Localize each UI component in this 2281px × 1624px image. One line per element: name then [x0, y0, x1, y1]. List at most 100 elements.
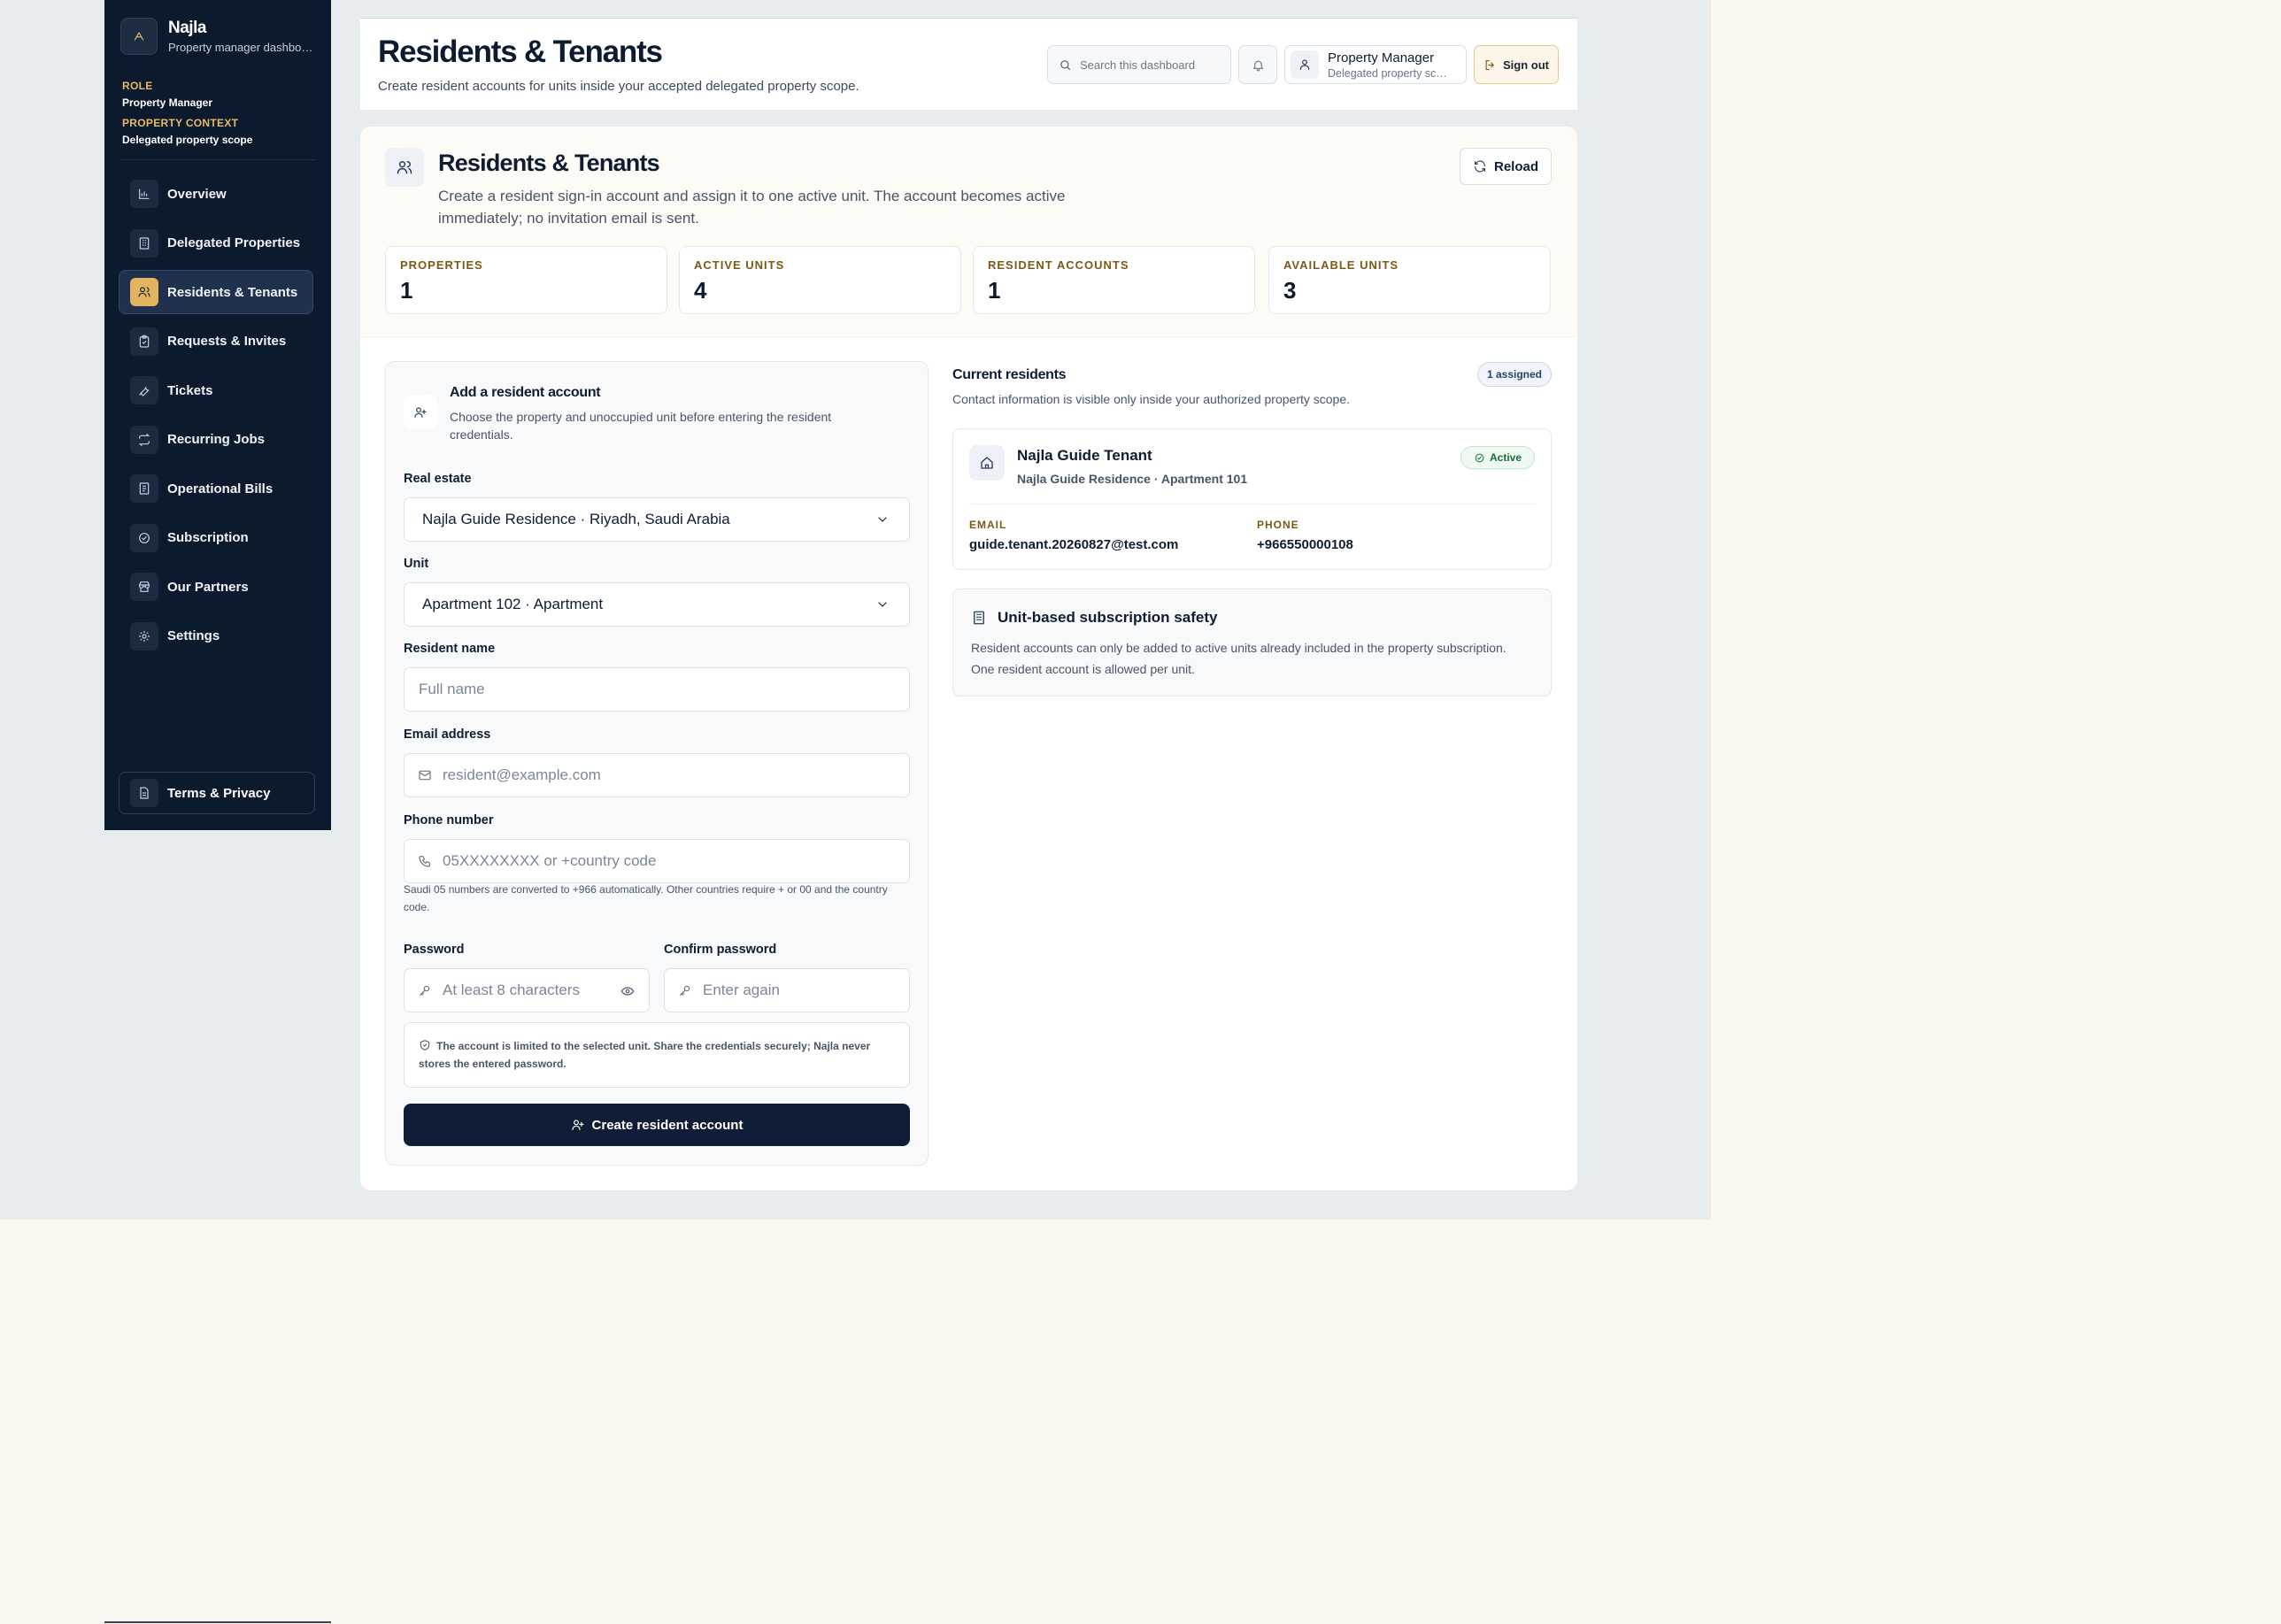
page-subtitle: Create resident accounts for units insid… — [378, 79, 859, 94]
password-placeholder: At least 8 characters — [443, 981, 580, 998]
resident-phone: +966550000108 — [1257, 537, 1353, 552]
resident-name-placeholder: Full name — [419, 681, 485, 697]
sidebar-item-label: Operational Bills — [167, 481, 274, 496]
user-role: Delegated property scope — [1328, 66, 1452, 80]
context-label: PROPERTY CONTEXT — [122, 117, 239, 129]
top-header: Residents & Tenants Create resident acco… — [360, 18, 1577, 110]
sidebar-item-settings[interactable]: Settings — [119, 614, 313, 658]
resident-name: Najla Guide Tenant — [1017, 447, 1152, 464]
brand-subtitle: Property manager dashboard — [168, 41, 317, 54]
key-icon — [680, 985, 690, 996]
role-value: Property Manager — [122, 96, 213, 109]
context-value: Delegated property scope — [122, 134, 253, 146]
real-estate-label: Real estate — [404, 472, 472, 486]
search-placeholder: Search this dashboard — [1080, 58, 1196, 72]
clipboard-icon — [130, 327, 158, 356]
section-header: Residents & Tenants Create a resident si… — [360, 127, 1577, 337]
section-title: Residents & Tenants — [438, 150, 660, 176]
stat-label: AVAILABLE UNITS — [1283, 258, 1399, 272]
create-resident-button[interactable]: Create resident account — [404, 1104, 910, 1146]
building-icon — [130, 228, 158, 258]
chevron-down-icon — [878, 602, 887, 607]
sidebar-item-label: Residents & Tenants — [167, 284, 298, 300]
form-title: Add a resident account — [450, 385, 601, 400]
brand[interactable]: Najla Property manager dashboard — [120, 18, 317, 55]
wrench-icon — [130, 376, 158, 404]
unit-label: Unit — [404, 557, 429, 571]
confirm-password-field[interactable]: Enter again — [664, 968, 910, 1012]
bottom-edge-line — [104, 1621, 331, 1623]
phone-icon — [419, 856, 430, 867]
document-icon — [130, 779, 158, 807]
sidebar-item-label: Settings — [167, 628, 220, 643]
role-label: ROLE — [122, 80, 153, 92]
password-field[interactable]: At least 8 characters — [404, 968, 650, 1012]
safety-title-text: Unit-based subscription safety — [998, 609, 1218, 626]
resident-name-input[interactable]: Full name — [404, 667, 910, 712]
sidebar-item-label: Tickets — [167, 382, 213, 398]
sidebar-item-tickets[interactable]: Tickets — [119, 368, 313, 412]
assigned-count-badge: 1 assigned — [1477, 362, 1552, 387]
refresh-icon — [1475, 160, 1485, 173]
unit-select[interactable]: Apartment 102 · Apartment — [404, 582, 910, 627]
user-icon — [1299, 59, 1310, 70]
key-icon — [420, 985, 430, 996]
check-circle-icon — [130, 523, 158, 552]
real-estate-select[interactable]: Najla Guide Residence · Riyadh, Saudi Ar… — [404, 497, 910, 542]
bell-icon — [1252, 60, 1263, 71]
stat-properties: PROPERTIES 1 — [385, 246, 667, 314]
notifications-button[interactable] — [1238, 45, 1277, 84]
terms-privacy-link[interactable]: Terms & Privacy — [119, 772, 315, 814]
sidebar-item-recurring-jobs[interactable]: Recurring Jobs — [119, 418, 313, 462]
sidebar-item-delegated-properties[interactable]: Delegated Properties — [119, 221, 313, 266]
sidebar-item-our-partners[interactable]: Our Partners — [119, 565, 313, 609]
search-input[interactable]: Search this dashboard — [1047, 45, 1231, 84]
phone-placeholder: 05XXXXXXXX or +country code — [443, 852, 657, 869]
resident-email: guide.tenant.20260827@test.com — [969, 537, 1179, 552]
terms-label: Terms & Privacy — [167, 785, 271, 801]
sidebar-item-operational-bills[interactable]: Operational Bills — [119, 466, 313, 511]
email-label: Email address — [404, 727, 491, 742]
sidebar-divider — [120, 159, 315, 160]
form-description: Choose the property and unoccupied unit … — [450, 410, 832, 442]
status-badge: Active — [1460, 446, 1535, 469]
email-label: EMAIL — [969, 519, 1007, 531]
shield-icon — [420, 1040, 430, 1051]
stat-available-units: AVAILABLE UNITS 3 — [1268, 246, 1551, 314]
eye-icon[interactable] — [620, 984, 635, 998]
sign-out-icon — [1485, 59, 1494, 70]
user-name: Property Manager — [1328, 50, 1435, 65]
stat-value: 1 — [400, 277, 413, 304]
stat-label: PROPERTIES — [400, 258, 483, 272]
phone-label: Phone number — [404, 813, 494, 827]
resident-card[interactable]: Najla Guide Tenant Najla Guide Residence… — [952, 428, 1552, 570]
chart-icon — [130, 180, 158, 208]
current-residents-title: Current residents — [952, 367, 1067, 382]
brand-logo-icon — [120, 18, 158, 55]
stat-value: 3 — [1283, 277, 1297, 304]
gear-icon — [130, 621, 158, 650]
sidebar-item-label: Delegated Properties — [167, 235, 301, 250]
create-resident-label: Create resident account — [591, 1117, 744, 1133]
search-icon — [1060, 59, 1071, 70]
safety-description: Resident accounts can only be added to a… — [971, 641, 1507, 676]
sidebar-item-subscription[interactable]: Subscription — [119, 516, 313, 560]
subscription-safety-panel: Unit-based subscription safety Resident … — [952, 589, 1552, 697]
phone-field[interactable]: 05XXXXXXXX or +country code — [404, 839, 910, 883]
reload-button[interactable]: Reload — [1460, 148, 1552, 185]
user-plus-icon — [571, 1120, 584, 1130]
email-field[interactable]: resident@example.com — [404, 753, 910, 797]
stat-active-units: ACTIVE UNITS 4 — [679, 246, 961, 314]
sidebar-item-requests-invites[interactable]: Requests & Invites — [119, 319, 313, 364]
security-notice: The account is limited to the selected u… — [404, 1022, 910, 1088]
chevron-down-icon — [878, 517, 887, 522]
resident-unit: Najla Guide Residence · Apartment 101 — [1017, 472, 1248, 486]
reload-label: Reload — [1493, 158, 1538, 174]
sidebar-item-overview[interactable]: Overview — [119, 172, 313, 216]
user-plus-icon — [404, 396, 437, 429]
email-placeholder: resident@example.com — [443, 766, 601, 783]
sidebar-item-residents-tenants[interactable]: Residents & Tenants — [119, 270, 313, 314]
user-menu[interactable]: Property Manager Delegated property scop… — [1284, 45, 1467, 84]
stat-value: 1 — [988, 277, 1001, 304]
sign-out-button[interactable]: Sign out — [1474, 45, 1559, 84]
